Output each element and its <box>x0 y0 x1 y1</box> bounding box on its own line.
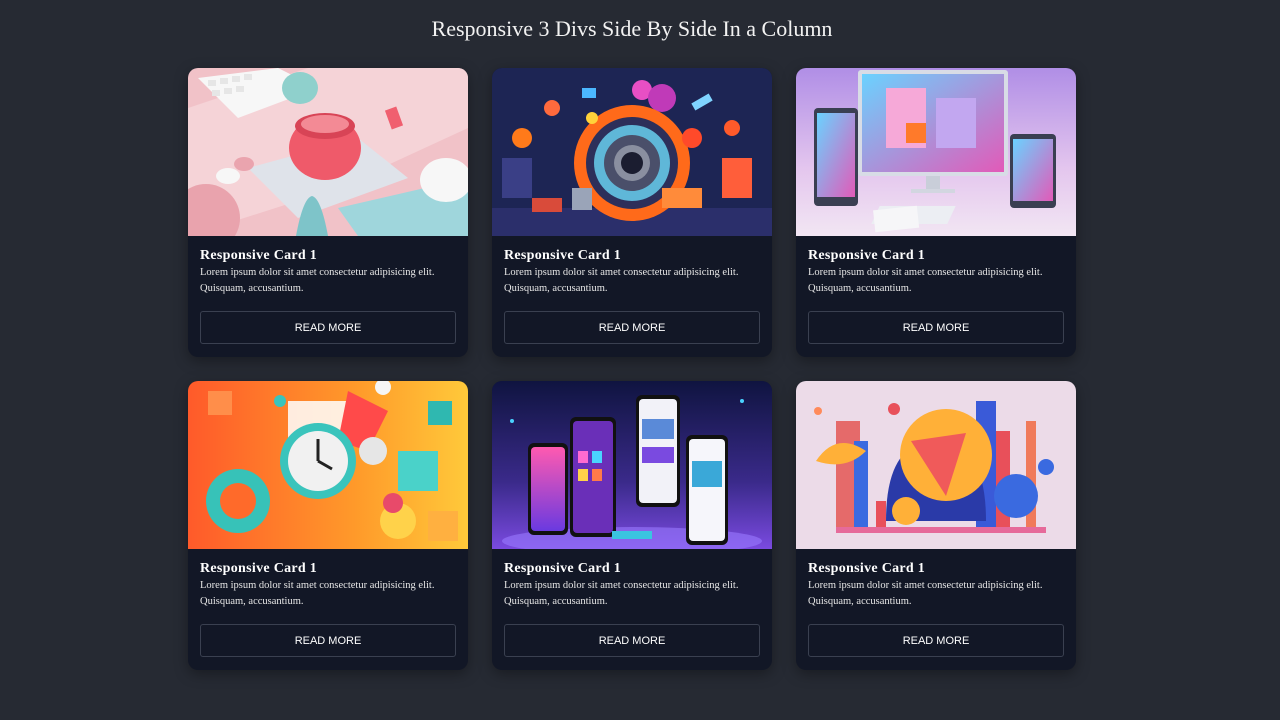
page-title: Responsive 3 Divs Side By Side In a Colu… <box>431 16 833 41</box>
card-image-clock <box>188 381 468 549</box>
card: Responsive Card 1 Lorem ipsum dolor sit … <box>492 381 772 670</box>
card-image-gadgets <box>492 68 772 236</box>
card-image-abstract-city <box>796 381 1076 549</box>
read-more-button[interactable]: READ MORE <box>200 624 456 657</box>
card-title: Responsive Card 1 <box>504 248 622 263</box>
card-text: Lorem ipsum dolor sit amet consectetur a… <box>200 267 435 294</box>
read-more-button[interactable]: READ MORE <box>504 624 760 657</box>
card-image-phones <box>492 381 772 549</box>
read-more-button[interactable]: READ MORE <box>504 311 760 344</box>
card: Responsive Card 1 Lorem ipsum dolor sit … <box>188 68 468 357</box>
card: Responsive Card 1 Lorem ipsum dolor sit … <box>796 381 1076 670</box>
card: Responsive Card 1 Lorem ipsum dolor sit … <box>796 68 1076 357</box>
card-title: Responsive Card 1 <box>200 248 318 263</box>
read-more-button[interactable]: READ MORE <box>808 624 1064 657</box>
card-title: Responsive Card 1 <box>200 561 318 576</box>
card-grid: Responsive Card 1 Lorem ipsum dolor sit … <box>188 68 1076 670</box>
card-text: Lorem ipsum dolor sit amet consectetur a… <box>504 580 739 607</box>
card-text: Lorem ipsum dolor sit amet consectetur a… <box>200 580 435 607</box>
card-text: Lorem ipsum dolor sit amet consectetur a… <box>808 580 1043 607</box>
card: Responsive Card 1 Lorem ipsum dolor sit … <box>492 68 772 357</box>
card-image-pink-desk <box>188 68 468 236</box>
card-title: Responsive Card 1 <box>808 248 926 263</box>
card-title: Responsive Card 1 <box>504 561 622 576</box>
card-text: Lorem ipsum dolor sit amet consectetur a… <box>808 267 1043 294</box>
card-text: Lorem ipsum dolor sit amet consectetur a… <box>504 267 739 294</box>
read-more-button[interactable]: READ MORE <box>200 311 456 344</box>
card-image-devices <box>796 68 1076 236</box>
card-title: Responsive Card 1 <box>808 561 926 576</box>
card: Responsive Card 1 Lorem ipsum dolor sit … <box>188 381 468 670</box>
read-more-button[interactable]: READ MORE <box>808 311 1064 344</box>
